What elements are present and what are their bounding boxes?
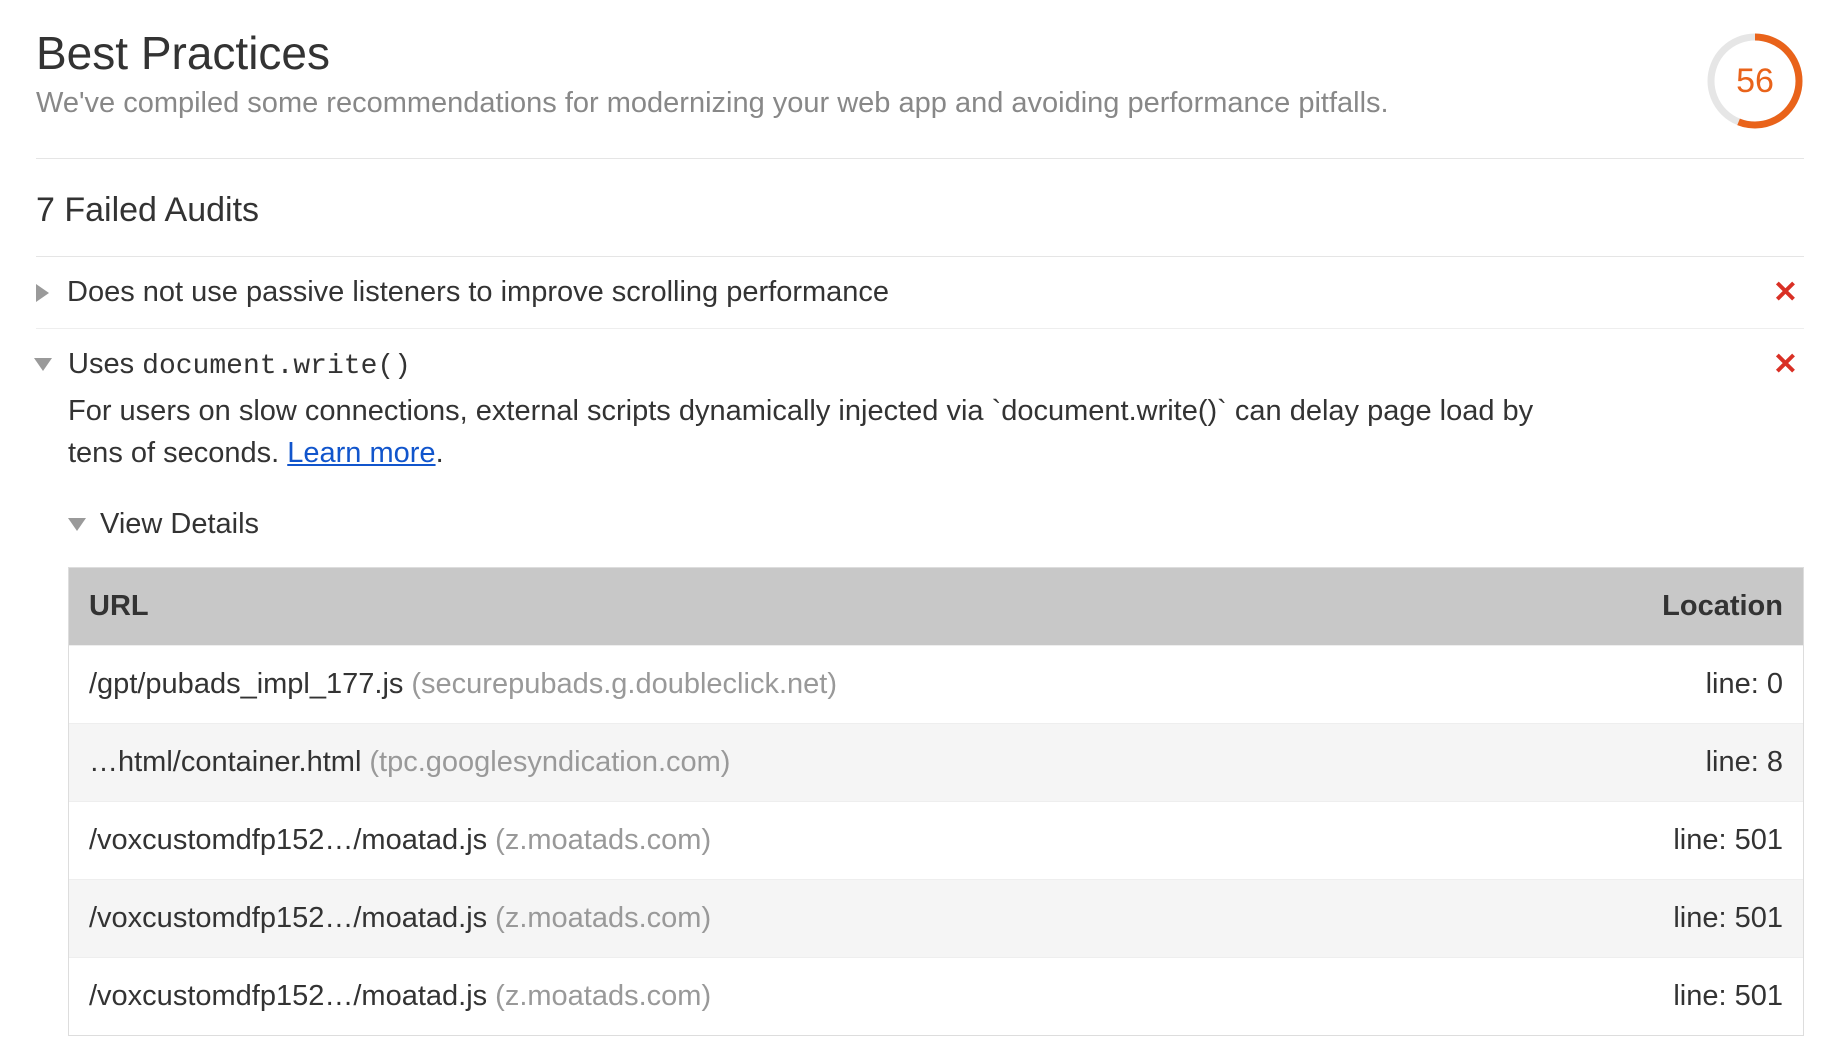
fail-icon: ✕ — [1773, 347, 1804, 382]
cell-location: line: 501 — [1603, 902, 1783, 935]
url-path: …html/container.html — [89, 746, 361, 778]
cell-location: line: 501 — [1603, 980, 1783, 1013]
details-table: URL Location /gpt/pubads_impl_177.js(sec… — [68, 567, 1804, 1036]
category-subtitle: We've compiled some recommendations for … — [36, 85, 1666, 123]
learn-more-link[interactable]: Learn more — [287, 437, 435, 469]
audit-title: Does not use passive listeners to improv… — [67, 276, 1773, 309]
col-header-url: URL — [89, 590, 1603, 623]
score-gauge: 56 — [1706, 32, 1804, 130]
audit-description: For users on slow connections, external … — [68, 390, 1548, 474]
audit-toggle[interactable]: Does not use passive listeners to improv… — [36, 275, 1804, 310]
table-header-row: URL Location — [69, 568, 1803, 645]
cell-location: line: 501 — [1603, 824, 1783, 857]
audit-title-prefix: Uses — [68, 348, 142, 380]
cell-url: /voxcustomdfp152…/moatad.js(z.moatads.co… — [89, 824, 1603, 857]
url-path: /gpt/pubads_impl_177.js — [89, 668, 403, 700]
cell-location: line: 0 — [1603, 668, 1783, 701]
table-row: /voxcustomdfp152…/moatad.js(z.moatads.co… — [69, 801, 1803, 879]
url-host: (tpc.googlesyndication.com) — [369, 746, 730, 778]
category-title: Best Practices — [36, 28, 1666, 79]
table-row: …html/container.html(tpc.googlesyndicati… — [69, 723, 1803, 801]
report-header: Best Practices We've compiled some recom… — [36, 28, 1804, 159]
view-details-label: View Details — [100, 508, 259, 541]
url-host: (securepubads.g.doubleclick.net) — [411, 668, 837, 700]
url-host: (z.moatads.com) — [495, 824, 711, 856]
cell-url: /voxcustomdfp152…/moatad.js(z.moatads.co… — [89, 902, 1603, 935]
url-host: (z.moatads.com) — [495, 902, 711, 934]
audit-item: Uses document.write() ✕ For users on slo… — [36, 329, 1804, 1054]
table-row: /gpt/pubads_impl_177.js(securepubads.g.d… — [69, 645, 1803, 723]
score-value: 56 — [1706, 32, 1804, 130]
audit-title: Uses document.write() — [68, 348, 1773, 382]
cell-url: /voxcustomdfp152…/moatad.js(z.moatads.co… — [89, 980, 1603, 1013]
url-host: (z.moatads.com) — [495, 980, 711, 1012]
chevron-down-icon — [68, 518, 86, 531]
cell-location: line: 8 — [1603, 746, 1783, 779]
chevron-right-icon — [36, 284, 49, 302]
table-row: /voxcustomdfp152…/moatad.js(z.moatads.co… — [69, 957, 1803, 1035]
table-row: /voxcustomdfp152…/moatad.js(z.moatads.co… — [69, 879, 1803, 957]
chevron-down-icon — [34, 358, 52, 371]
url-path: /voxcustomdfp152…/moatad.js — [89, 902, 487, 934]
failed-audits-heading: 7 Failed Audits — [36, 159, 1804, 257]
audit-description-post: . — [436, 437, 444, 469]
fail-icon: ✕ — [1773, 275, 1804, 310]
audit-item: Does not use passive listeners to improv… — [36, 257, 1804, 329]
url-path: /voxcustomdfp152…/moatad.js — [89, 824, 487, 856]
col-header-location: Location — [1603, 590, 1783, 623]
audit-title-code: document.write() — [142, 351, 411, 382]
cell-url: …html/container.html(tpc.googlesyndicati… — [89, 746, 1603, 779]
audit-toggle[interactable]: Uses document.write() ✕ — [36, 347, 1804, 382]
cell-url: /gpt/pubads_impl_177.js(securepubads.g.d… — [89, 668, 1603, 701]
view-details-toggle[interactable]: View Details — [68, 474, 1804, 563]
url-path: /voxcustomdfp152…/moatad.js — [89, 980, 487, 1012]
